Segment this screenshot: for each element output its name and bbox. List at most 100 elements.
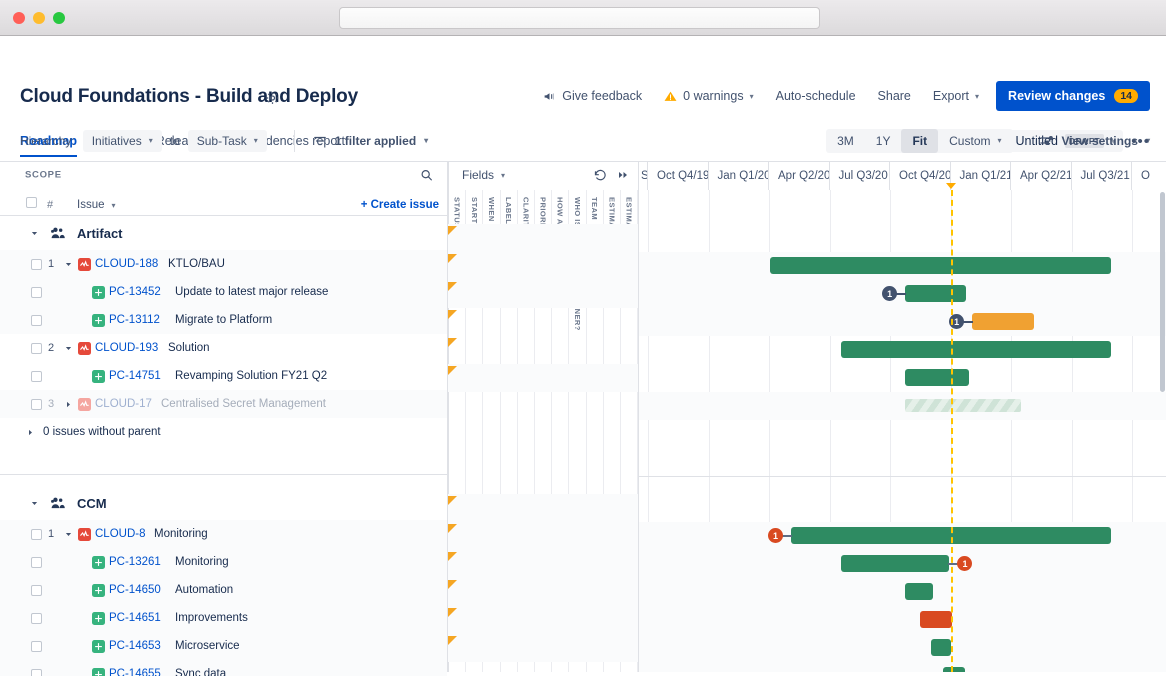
vertical-scrollbar[interactable] <box>1160 192 1165 670</box>
maximize-window-button[interactable] <box>53 12 65 24</box>
issue-key[interactable]: PC-14653 <box>109 640 161 652</box>
timeline-bar[interactable] <box>943 667 966 672</box>
field-column-labels[interactable]: LABELS <box>501 190 518 672</box>
filter-button[interactable]: 1 filter applied ▾ <box>313 134 428 148</box>
view-settings-button[interactable]: View settings ▾ <box>1039 133 1151 148</box>
dependency-badge[interactable]: 1 <box>768 528 783 543</box>
create-issue-button[interactable]: + Create issue <box>361 199 439 211</box>
timeline-bar[interactable] <box>905 285 966 302</box>
table-row[interactable]: 2CLOUD-193Solution <box>0 334 447 362</box>
field-column-status[interactable]: STATUS <box>449 190 466 672</box>
chevron-down-icon[interactable] <box>30 229 39 238</box>
row-checkbox[interactable] <box>31 529 42 540</box>
issue-key[interactable]: CLOUD-193 <box>95 342 158 354</box>
hierarchy-to-select[interactable]: Sub-Task ▾ <box>188 130 267 152</box>
issue-key[interactable]: PC-13261 <box>109 556 161 568</box>
share-button[interactable]: Share <box>867 81 922 111</box>
row-checkbox[interactable] <box>31 557 42 568</box>
row-checkbox[interactable] <box>31 399 42 410</box>
chevron-down-icon[interactable] <box>64 530 73 539</box>
issue-key[interactable]: CLOUD-17 <box>95 398 152 410</box>
row-checkbox[interactable] <box>31 259 42 270</box>
field-column-how-are-we-tracking[interactable]: HOW ARE WE TRACKING? <box>552 190 569 672</box>
row-checkbox[interactable] <box>31 585 42 596</box>
export-button[interactable]: Export ▾ <box>922 81 990 111</box>
fields-button[interactable]: Fields ▾ <box>462 168 505 182</box>
zoom-3m-button[interactable]: 3M <box>826 129 865 153</box>
field-column-who-is-the-full-time-owner[interactable]: WHO IS THE FULL-TIME OWNER? <box>569 190 586 672</box>
column-header-issue[interactable]: Issue ▾ <box>77 199 116 211</box>
redo-icon[interactable] <box>616 169 630 181</box>
timeline-bar[interactable] <box>905 583 932 600</box>
table-row[interactable]: 1CLOUD-188KTLO/BAU <box>0 250 447 278</box>
table-row[interactable]: 1CLOUD-8Monitoring <box>0 520 447 548</box>
close-window-button[interactable] <box>13 12 25 24</box>
zoom-custom-button[interactable]: Custom ▾ <box>938 129 1012 153</box>
row-checkbox[interactable] <box>31 343 42 354</box>
timeline-bar[interactable] <box>972 313 1034 330</box>
field-column-start-date[interactable]: START DATED <box>466 190 483 672</box>
table-row[interactable]: PC-14653Microservice <box>0 632 447 660</box>
field-column-team[interactable]: TEAM <box>587 190 604 672</box>
issue-key[interactable]: PC-14655 <box>109 668 161 676</box>
row-checkbox[interactable] <box>31 613 42 624</box>
undo-icon[interactable] <box>593 168 607 182</box>
chevron-right-icon[interactable] <box>26 428 35 437</box>
table-row[interactable]: PC-14650Automation <box>0 576 447 604</box>
hierarchy-from-select[interactable]: Initiatives ▾ <box>83 130 162 152</box>
field-column-when-will-it-ship[interactable]: WHEN WILL IT SHIP?D <box>483 190 500 672</box>
zoom-1y-button[interactable]: 1Y <box>865 129 902 153</box>
table-row[interactable]: 3CLOUD-17Centralised Secret Management <box>0 390 447 418</box>
issue-key[interactable]: PC-13452 <box>109 286 161 298</box>
timeline-bar-rollup[interactable] <box>905 399 1021 412</box>
field-column-priority[interactable]: PRIORITY <box>535 190 552 672</box>
warnings-button[interactable]: 0 warnings ▾ <box>653 81 764 111</box>
minimize-window-button[interactable] <box>33 12 45 24</box>
timeline-bar[interactable] <box>905 369 969 386</box>
table-row[interactable]: PC-14751Revamping Solution FY21 Q2 <box>0 362 447 390</box>
scrollbar-thumb[interactable] <box>1160 192 1165 392</box>
row-checkbox[interactable] <box>31 669 42 676</box>
group-header-artifact[interactable]: Artifact <box>0 216 447 250</box>
field-column-estimate-ic-months[interactable]: ESTIMATE (IC MONTHS) <box>604 190 621 672</box>
table-row[interactable]: PC-14651Improvements <box>0 604 447 632</box>
chevron-down-icon[interactable] <box>64 260 73 269</box>
timeline-bar[interactable] <box>841 341 1111 358</box>
row-checkbox[interactable] <box>31 315 42 326</box>
chevron-down-icon[interactable] <box>64 344 73 353</box>
row-checkbox[interactable] <box>31 287 42 298</box>
chevron-right-icon[interactable] <box>64 400 73 409</box>
timeline-bar[interactable] <box>770 257 1111 274</box>
auto-schedule-button[interactable]: Auto-schedule <box>765 81 867 111</box>
field-column-clarity[interactable]: CLARITY <box>518 190 535 672</box>
timeline-bar[interactable] <box>931 639 951 656</box>
chevron-down-icon: ▾ <box>112 201 116 210</box>
issue-key[interactable]: CLOUD-188 <box>95 258 158 270</box>
gear-icon[interactable] <box>265 91 280 106</box>
give-feedback-button[interactable]: Give feedback <box>532 81 653 111</box>
app-header: Cloud Foundations - Build and Deploy Roa… <box>0 36 1166 120</box>
row-checkbox[interactable] <box>31 371 42 382</box>
table-row[interactable]: PC-13261Monitoring <box>0 548 447 576</box>
issue-key[interactable]: PC-14650 <box>109 584 161 596</box>
search-icon[interactable] <box>420 169 433 182</box>
table-row[interactable]: PC-13112Migrate to Platform <box>0 306 447 334</box>
issue-key[interactable]: PC-14751 <box>109 370 161 382</box>
issue-key[interactable]: PC-13112 <box>109 314 160 326</box>
field-column-estimates-d[interactable]: ESTIMATES (D) <box>621 190 638 672</box>
review-changes-button[interactable]: Review changes 14 <box>996 81 1150 111</box>
address-bar[interactable] <box>339 7 820 29</box>
select-all-checkbox[interactable] <box>26 197 37 208</box>
chevron-down-icon[interactable] <box>30 499 39 508</box>
give-feedback-label: Give feedback <box>562 89 642 103</box>
issue-key[interactable]: PC-14651 <box>109 612 161 624</box>
table-row[interactable]: PC-14655Sync data <box>0 660 447 676</box>
group-header-ccm[interactable]: CCM <box>0 486 447 520</box>
timeline-bar[interactable] <box>920 611 952 628</box>
timeline-bar[interactable] <box>841 555 949 572</box>
issue-key[interactable]: CLOUD-8 <box>95 528 145 540</box>
issues-without-parent-row[interactable]: 0 issues without parent <box>0 418 447 446</box>
row-checkbox[interactable] <box>31 641 42 652</box>
table-row[interactable]: PC-13452Update to latest major release <box>0 278 447 306</box>
zoom-fit-button[interactable]: Fit <box>901 129 938 153</box>
